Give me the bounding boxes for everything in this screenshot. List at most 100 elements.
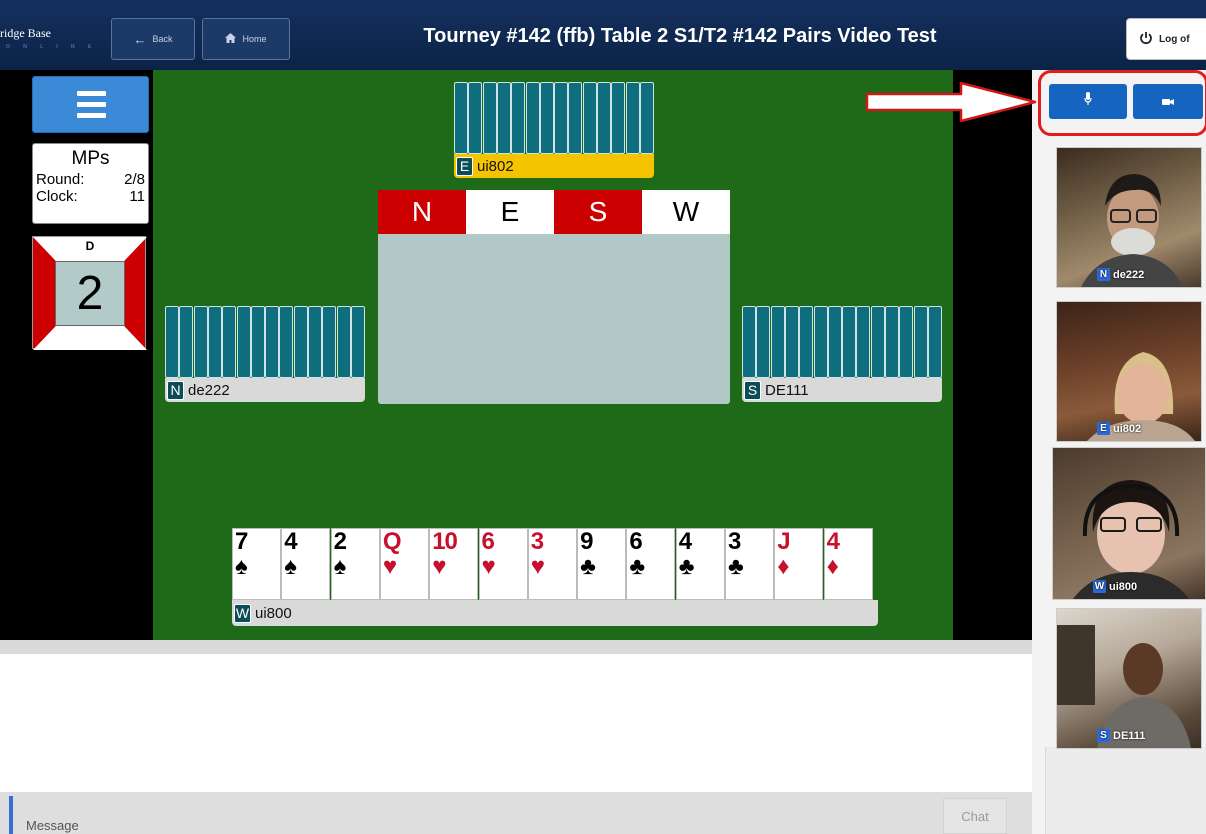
- back-button[interactable]: ← Back: [111, 18, 195, 60]
- card-rank: 6: [481, 528, 495, 555]
- card-suit-icon: ♣: [728, 553, 744, 580]
- seat-player-name: de222: [188, 381, 230, 399]
- playing-card[interactable]: J ♦: [774, 528, 824, 600]
- playing-card[interactable]: 10 ♥: [429, 528, 479, 600]
- home-button[interactable]: Home: [202, 18, 290, 60]
- card-back: [293, 306, 308, 378]
- card-rank: 2: [333, 528, 347, 555]
- card-rank: 3: [728, 528, 741, 555]
- playing-card[interactable]: 2 ♠: [330, 528, 380, 600]
- card-rank: 4: [678, 528, 692, 555]
- card-back: [179, 306, 194, 378]
- card-suit-icon: ♦: [777, 553, 790, 580]
- playing-card[interactable]: 6 ♥: [478, 528, 528, 600]
- south-seat-label: S DE111: [742, 378, 942, 402]
- card-back: [351, 306, 365, 378]
- participant-video-icon: [1073, 480, 1189, 599]
- card-back: [756, 306, 771, 378]
- home-button-label: Home: [242, 34, 267, 44]
- card-suit-icon: ♠: [333, 553, 347, 580]
- card-back: [913, 306, 928, 378]
- playing-card[interactable]: 7 ♠: [232, 528, 281, 600]
- playing-card[interactable]: 4 ♠: [281, 528, 331, 600]
- video-direction-badge: S: [1097, 729, 1110, 742]
- card-back: [193, 306, 208, 378]
- playing-card[interactable]: 4 ♦: [823, 528, 873, 600]
- card-back: [279, 306, 294, 378]
- card-rank: 9: [580, 528, 593, 555]
- video-participant-label: N de222: [1097, 268, 1144, 281]
- participant-video-icon: [1057, 625, 1191, 748]
- video-participant-label: E ui802: [1097, 422, 1141, 435]
- chat-bar: [0, 792, 1032, 834]
- card-suit-icon: ♠: [235, 553, 248, 580]
- brand-logo: ridge Base: [0, 26, 51, 40]
- card-suit-icon: ♣: [678, 553, 695, 580]
- logoff-button[interactable]: Log of: [1126, 18, 1206, 60]
- video-tile-north: N de222: [1056, 147, 1202, 288]
- card-back: [265, 306, 280, 378]
- playing-card[interactable]: Q ♥: [379, 528, 429, 600]
- video-participant-name: ui800: [1109, 580, 1138, 593]
- card-back: [611, 82, 626, 154]
- card-back: [525, 82, 540, 154]
- compass-north: N: [378, 190, 466, 234]
- chat-send-button[interactable]: Chat: [943, 798, 1007, 834]
- video-tile-south: S DE111: [1056, 608, 1202, 749]
- playing-card[interactable]: 4 ♣: [675, 528, 725, 600]
- seat-direction-badge: N: [167, 380, 184, 400]
- back-button-label: Back: [152, 34, 173, 44]
- playing-card[interactable]: 3 ♣: [725, 528, 774, 600]
- compass-west: W: [642, 190, 730, 234]
- card-suit-icon: ♥: [481, 553, 496, 580]
- card-back: [554, 82, 569, 154]
- card-rank: J: [777, 528, 790, 555]
- annotation-arrow-icon: [865, 81, 1037, 123]
- participant-video-icon: [1087, 352, 1195, 441]
- card-back: [165, 306, 179, 378]
- card-back: [770, 306, 785, 378]
- video-participant-name: DE111: [1113, 729, 1146, 742]
- dealer-marker: D: [85, 239, 95, 253]
- participant-video-icon: [1081, 174, 1183, 287]
- logoff-button-label: Log of: [1159, 33, 1190, 45]
- card-suit-icon: ♦: [826, 553, 839, 580]
- chat-input-focus-accent: [9, 796, 13, 834]
- scoring-type: MPs: [71, 148, 110, 169]
- card-back: [799, 306, 814, 378]
- card-back: [742, 306, 756, 378]
- card-rank: 4: [826, 528, 840, 555]
- north-hand: N de222: [165, 306, 365, 403]
- card-back: [842, 306, 857, 378]
- card-suit-icon: ♥: [530, 553, 546, 580]
- card-suit-icon: ♥: [382, 553, 398, 580]
- card-back: [640, 82, 654, 154]
- card-back: [568, 82, 583, 154]
- board-vulnerability-indicator: D 2: [32, 236, 147, 350]
- playing-card[interactable]: 9 ♣: [577, 528, 627, 600]
- compass-south: S: [554, 190, 642, 234]
- north-card-backs: [165, 306, 365, 378]
- video-direction-badge: E: [1097, 422, 1110, 435]
- card-back: [207, 306, 222, 378]
- menu-button[interactable]: [32, 76, 149, 133]
- card-rank: 10: [432, 528, 458, 555]
- east-card-backs: [454, 82, 654, 154]
- page-title: Tourney #142 (ffb) Table 2 S1/T2 #142 Pa…: [423, 25, 937, 47]
- north-seat-label: N de222: [165, 378, 365, 402]
- card-back: [813, 306, 828, 378]
- playing-card[interactable]: 6 ♣: [626, 528, 676, 600]
- card-back: [856, 306, 871, 378]
- card-back: [454, 82, 468, 154]
- round-row: Round: 2/8: [33, 171, 148, 188]
- round-label: Round:: [36, 171, 85, 188]
- message-input[interactable]: Message: [26, 818, 79, 833]
- card-back: [870, 306, 885, 378]
- playing-card[interactable]: 3 ♥: [527, 528, 577, 600]
- card-rank: Q: [382, 528, 402, 555]
- card-back: [322, 306, 337, 378]
- west-hand-cards: 7 ♠ 4 ♠ 2 ♠ Q ♥ 10 ♥ 6 ♥ 3 ♥ 9 ♣ 6 ♣ 4 ♣ 3 ♣ J ♦ 4 ♦: [232, 528, 878, 600]
- seat-player-name: ui800: [255, 604, 292, 622]
- card-suit-icon: ♠: [284, 553, 298, 580]
- card-back: [597, 82, 612, 154]
